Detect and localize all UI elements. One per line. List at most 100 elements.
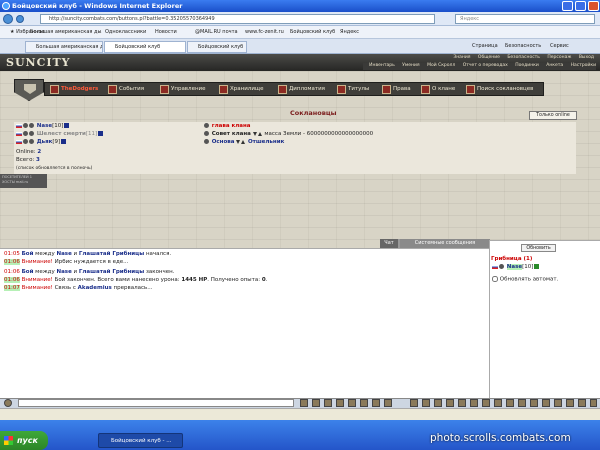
sound-icon[interactable] bbox=[360, 399, 368, 407]
auto-refresh-checkbox[interactable] bbox=[492, 276, 498, 282]
menu-knowledge[interactable]: Знания bbox=[453, 55, 470, 60]
menu-icon[interactable] bbox=[434, 399, 442, 407]
filter-icon[interactable] bbox=[336, 399, 344, 407]
browser-tab[interactable]: Большая американская ды... bbox=[25, 41, 103, 53]
nav-about[interactable]: О клане bbox=[420, 84, 462, 95]
start-button[interactable]: пуск bbox=[0, 431, 48, 450]
nav-titles[interactable]: Титулы bbox=[336, 84, 376, 95]
chat-input[interactable] bbox=[18, 399, 294, 407]
taskbar-window-button[interactable]: Бойцовский клуб - ... bbox=[98, 433, 183, 448]
menu-inventory[interactable]: Инвентарь bbox=[369, 63, 395, 68]
fav-item[interactable]: Одноклассники bbox=[105, 26, 146, 39]
arrow-up-icon[interactable] bbox=[257, 131, 262, 136]
nav-management[interactable]: Управление bbox=[159, 84, 215, 95]
safety-menu[interactable]: Безопасность bbox=[505, 41, 541, 52]
menu-security[interactable]: Безопасность bbox=[507, 55, 540, 60]
member-name[interactable]: Nase bbox=[37, 123, 52, 129]
member-name[interactable]: Дьяк bbox=[37, 139, 53, 145]
menu-icon[interactable] bbox=[542, 399, 550, 407]
clan-flag-icon bbox=[16, 123, 22, 128]
menu-icon[interactable] bbox=[482, 399, 490, 407]
page-menu[interactable]: Страница bbox=[472, 41, 498, 52]
fav-item[interactable]: Большая американская ды... bbox=[30, 26, 102, 39]
window-title: Бойцовский клуб - Windows Internet Explo… bbox=[12, 2, 183, 10]
menu-transfers[interactable]: Отчет о переводах bbox=[463, 63, 508, 68]
fav-item[interactable]: www.fc-zenit.ru bbox=[245, 26, 284, 39]
chat-nick[interactable]: Akademius bbox=[78, 285, 112, 291]
chat-link[interactable]: Бой bbox=[22, 269, 34, 275]
menu-icon[interactable] bbox=[494, 399, 502, 407]
forward-icon[interactable] bbox=[16, 15, 24, 23]
tab-system-messages[interactable]: Системные сообщения bbox=[400, 239, 490, 248]
chat-icon[interactable] bbox=[4, 399, 12, 407]
nav-rights[interactable]: Права bbox=[381, 84, 417, 95]
menu-skills[interactable]: Умения bbox=[402, 63, 419, 68]
nav-storage[interactable]: Хранилище bbox=[218, 84, 273, 95]
translit-icon[interactable] bbox=[372, 399, 380, 407]
smiles-icon[interactable] bbox=[324, 399, 332, 407]
close-button[interactable] bbox=[588, 1, 599, 11]
menu-scroll[interactable]: Мой Скролл bbox=[427, 63, 455, 68]
arrow-up-icon[interactable] bbox=[241, 139, 246, 144]
info-icon[interactable] bbox=[61, 139, 67, 144]
member-row: Дьяк[9] bbox=[16, 139, 67, 146]
maximize-button[interactable] bbox=[575, 1, 586, 11]
tab-chat[interactable]: Чат bbox=[380, 239, 398, 248]
menu-settings[interactable]: Настройки bbox=[571, 63, 596, 68]
arrow-down-icon[interactable] bbox=[252, 131, 257, 136]
visitor-counter[interactable]: ПОСЕТИТЕЛЕЙ 1 ХОСТЫ mail.ru bbox=[0, 174, 47, 188]
chat-nick[interactable]: Nase bbox=[56, 269, 71, 275]
browser-tab-active[interactable]: Бойцовский клуб bbox=[104, 41, 186, 53]
menu-icon[interactable] bbox=[554, 399, 562, 407]
menu-icon[interactable] bbox=[578, 399, 586, 407]
chat-nick[interactable]: Глашатай Грибницы bbox=[79, 251, 144, 257]
nav-label: Управление bbox=[171, 86, 206, 92]
menu-icon[interactable] bbox=[506, 399, 514, 407]
search-input[interactable]: Яндекс bbox=[455, 14, 595, 24]
fav-item[interactable]: Бойцовский клуб bbox=[290, 26, 335, 39]
arrow-down-icon[interactable] bbox=[236, 139, 241, 144]
menu-icon[interactable] bbox=[470, 399, 478, 407]
send-icon[interactable] bbox=[300, 399, 308, 407]
speed-icon[interactable] bbox=[348, 399, 356, 407]
menu-icon[interactable] bbox=[566, 399, 574, 407]
rank-icon bbox=[204, 139, 209, 144]
only-online-button[interactable]: Только online bbox=[529, 111, 577, 120]
menu-icon[interactable] bbox=[446, 399, 454, 407]
chat-nick[interactable]: Глашатай Грибницы bbox=[79, 269, 144, 275]
info-icon[interactable] bbox=[64, 123, 70, 128]
nav-search-members[interactable]: Поиск соклановцев bbox=[465, 84, 543, 95]
address-input[interactable]: http://suncity.combats.com/buttons.pl?ba… bbox=[40, 14, 435, 24]
fav-item[interactable]: Яндекс bbox=[340, 26, 359, 39]
info-icon[interactable] bbox=[98, 131, 104, 136]
menu-icon[interactable] bbox=[518, 399, 526, 407]
align-icon bbox=[23, 123, 28, 128]
nav-clan-name[interactable]: TheDodgers bbox=[49, 84, 104, 95]
member-name[interactable]: Шелест смерти bbox=[37, 131, 86, 137]
log-icon[interactable] bbox=[384, 399, 392, 407]
menu-profile[interactable]: Анкета bbox=[546, 63, 563, 68]
back-icon[interactable] bbox=[3, 14, 13, 24]
menu-battles[interactable]: Поединки bbox=[515, 63, 539, 68]
service-menu[interactable]: Сервис bbox=[550, 41, 569, 52]
menu-icon[interactable] bbox=[458, 399, 466, 407]
info-icon[interactable] bbox=[534, 264, 540, 269]
fav-item[interactable]: @МАIL.RU почта bbox=[195, 26, 238, 39]
menu-exit[interactable]: Выход bbox=[579, 55, 594, 60]
exit-icon[interactable] bbox=[590, 399, 597, 407]
chat-nick[interactable]: Nase bbox=[56, 251, 71, 257]
minimize-button[interactable] bbox=[562, 1, 573, 11]
menu-character[interactable]: Персонаж bbox=[547, 55, 571, 60]
fav-item[interactable]: Новости bbox=[155, 26, 177, 39]
clear-icon[interactable] bbox=[312, 399, 320, 407]
nav-diplomacy[interactable]: Дипломатия bbox=[277, 84, 333, 95]
menu-icon[interactable] bbox=[410, 399, 418, 407]
menu-icon[interactable] bbox=[422, 399, 430, 407]
chat-link[interactable]: Бой bbox=[22, 251, 34, 257]
refresh-button[interactable]: Обновить bbox=[521, 244, 556, 252]
nav-events[interactable]: События bbox=[107, 84, 155, 95]
menu-chat[interactable]: Общение bbox=[478, 55, 500, 60]
browser-tab[interactable]: Бойцовский клуб bbox=[187, 41, 247, 53]
player-name[interactable]: Nase bbox=[506, 264, 523, 270]
menu-icon[interactable] bbox=[530, 399, 538, 407]
